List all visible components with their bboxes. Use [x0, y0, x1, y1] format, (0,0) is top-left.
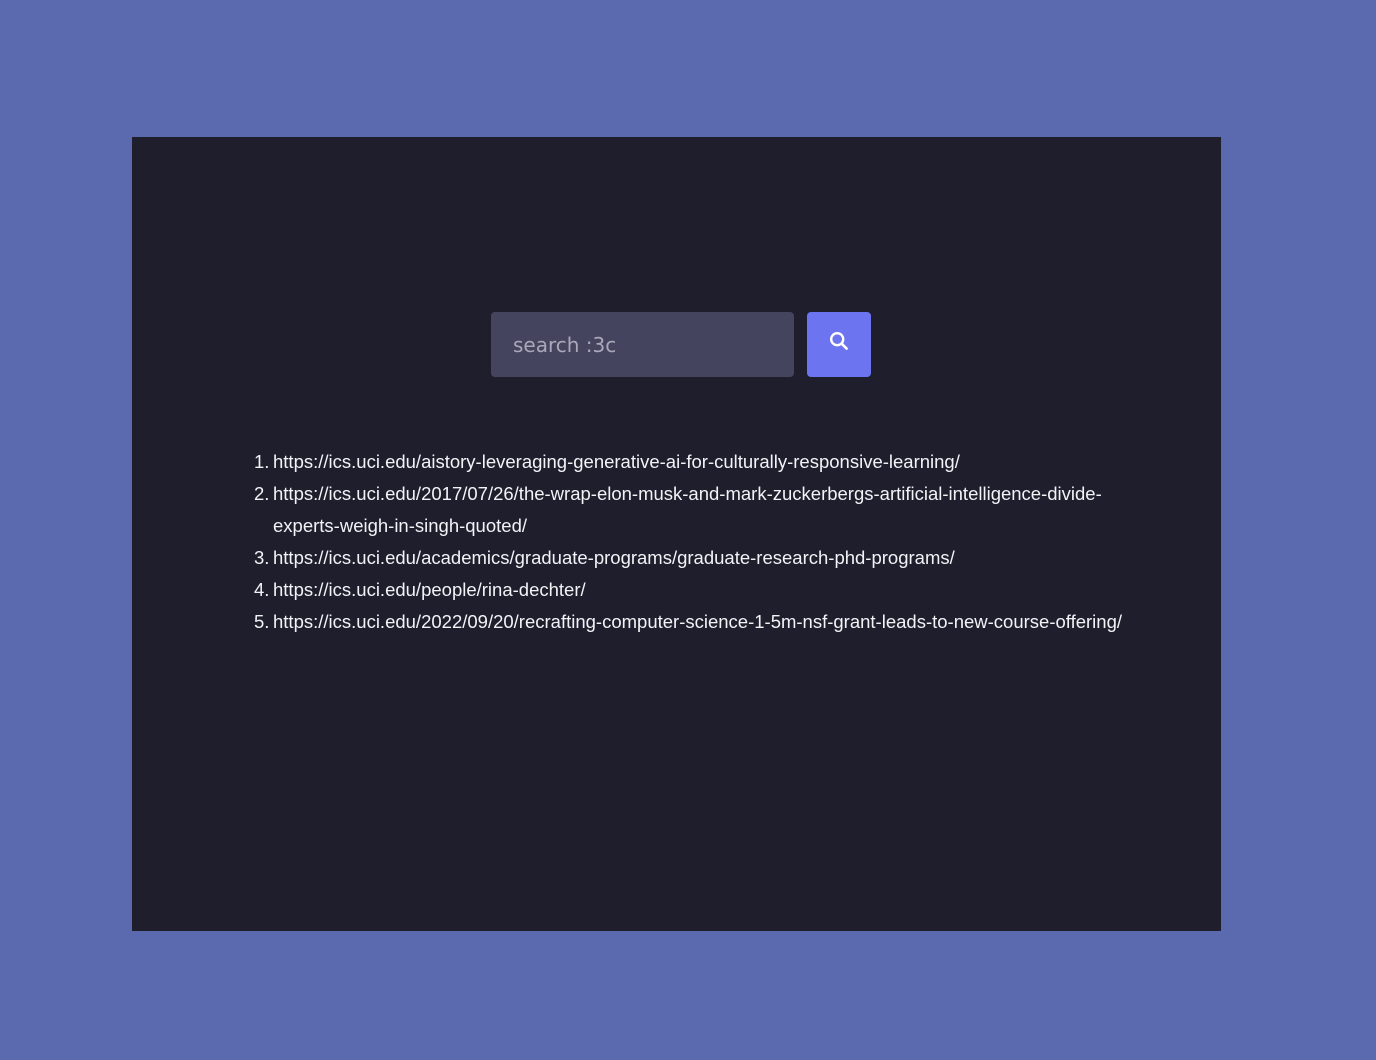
result-link[interactable]: https://ics.uci.edu/2017/07/26/the-wrap-…	[273, 483, 1102, 536]
list-item: 3. https://ics.uci.edu/academics/graduat…	[232, 542, 1132, 574]
result-number: 3.	[254, 547, 270, 568]
search-input[interactable]	[491, 312, 794, 377]
search-button[interactable]	[807, 312, 871, 377]
result-link[interactable]: https://ics.uci.edu/people/rina-dechter/	[273, 579, 586, 600]
result-link[interactable]: https://ics.uci.edu/2022/09/20/recraftin…	[273, 611, 1122, 632]
result-link[interactable]: https://ics.uci.edu/academics/graduate-p…	[273, 547, 955, 568]
result-number: 5.	[254, 611, 270, 632]
list-item: 1. https://ics.uci.edu/aistory-leveragin…	[232, 446, 1132, 478]
result-number: 1.	[254, 451, 270, 472]
result-link[interactable]: https://ics.uci.edu/aistory-leveraging-g…	[273, 451, 960, 472]
list-item: 4. https://ics.uci.edu/people/rina-decht…	[232, 574, 1132, 606]
list-item: 2. https://ics.uci.edu/2017/07/26/the-wr…	[232, 478, 1132, 542]
result-number: 2.	[254, 483, 270, 504]
list-item: 5. https://ics.uci.edu/2022/09/20/recraf…	[232, 606, 1132, 638]
results-list: 1. https://ics.uci.edu/aistory-leveragin…	[232, 446, 1132, 638]
result-number: 4.	[254, 579, 270, 600]
main-panel: 1. https://ics.uci.edu/aistory-leveragin…	[132, 137, 1221, 931]
search-icon	[829, 331, 849, 351]
search-bar	[491, 312, 871, 377]
